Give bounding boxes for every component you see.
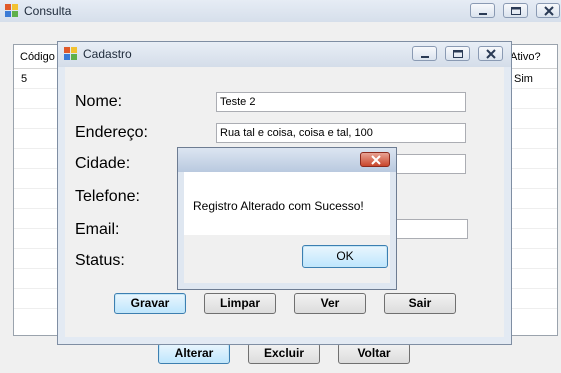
cell-codigo[interactable]: 5 [21, 73, 27, 85]
cidade-label: Cidade: [75, 155, 131, 172]
message-box: Registro Alterado com Sucesso! OK [177, 147, 397, 290]
close-icon [544, 6, 554, 16]
telefone-label: Telefone: [75, 188, 140, 205]
cadastro-titlebar[interactable]: Cadastro [58, 42, 511, 67]
message-box-titlebar[interactable] [178, 148, 396, 172]
minimize-button[interactable] [412, 46, 437, 61]
excluir-button[interactable]: Excluir [248, 343, 320, 364]
ok-button[interactable]: OK [302, 245, 388, 268]
message-box-body: Registro Alterado com Sucesso! OK [184, 172, 390, 283]
close-icon [486, 49, 496, 59]
nome-field[interactable]: Teste 2 [216, 92, 466, 112]
minimize-icon [479, 13, 487, 15]
limpar-button[interactable]: Limpar [204, 293, 276, 314]
column-header-ativo[interactable]: Ativo? [510, 51, 541, 63]
close-icon [371, 155, 381, 165]
endereco-field[interactable]: Rua tal e coisa, coisa e tal, 100 [216, 123, 466, 143]
minimize-icon [421, 56, 429, 58]
gravar-button[interactable]: Gravar [114, 293, 186, 314]
app-icon [5, 4, 19, 18]
close-button[interactable] [536, 3, 560, 18]
consulta-title: Consulta [24, 4, 72, 18]
alterar-button[interactable]: Alterar [158, 343, 230, 364]
maximize-icon [453, 50, 463, 58]
cadastro-title: Cadastro [83, 47, 132, 61]
ver-button[interactable]: Ver [294, 293, 366, 314]
maximize-icon [511, 7, 521, 15]
endereco-label: Endereço: [75, 124, 148, 141]
message-box-close-button[interactable] [360, 152, 390, 167]
email-label: Email: [75, 221, 120, 238]
column-header-codigo[interactable]: Código [20, 51, 55, 63]
sair-button[interactable]: Sair [384, 293, 456, 314]
nome-label: Nome: [75, 93, 123, 110]
close-button[interactable] [478, 46, 503, 61]
app-icon [64, 47, 78, 61]
cell-ativo[interactable]: Sim [514, 73, 533, 85]
voltar-button[interactable]: Voltar [338, 343, 410, 364]
maximize-button[interactable] [445, 46, 470, 61]
status-label: Status: [75, 252, 125, 269]
minimize-button[interactable] [470, 3, 495, 18]
message-box-footer: OK [184, 235, 390, 283]
maximize-button[interactable] [503, 3, 528, 18]
message-text: Registro Alterado com Sucesso! [193, 199, 364, 213]
consulta-titlebar[interactable]: Consulta [0, 0, 561, 22]
